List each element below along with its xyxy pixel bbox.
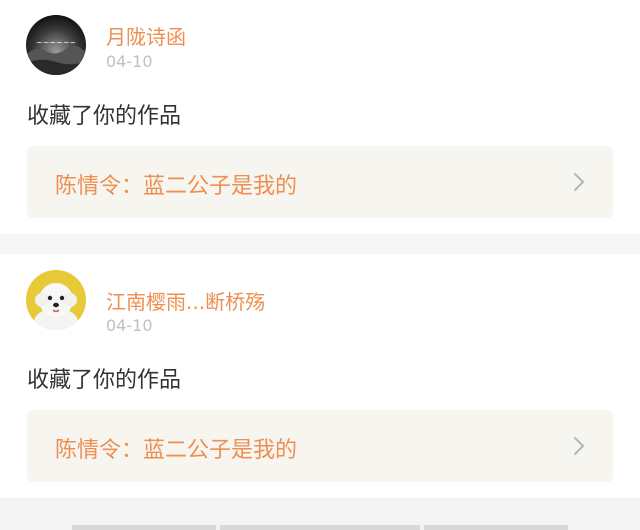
bottom-tab[interactable] [424,525,568,530]
work-title: 陈情令：蓝二公子是我的 [55,174,298,199]
work-link-card[interactable]: 陈情令：蓝二公子是我的 [27,146,613,218]
chevron-right-icon [574,437,584,455]
ink-landscape-avatar-icon: ~~~~~~ [26,15,86,75]
user-avatar[interactable]: ~~~~~~ [26,15,86,75]
bottom-tab[interactable] [220,525,420,530]
timestamp: 04-10 [106,52,153,71]
notification-item: 江南樱雨...断桥殇 04-10 收藏了你的作品 陈情令：蓝二公子是我的 [0,254,640,498]
action-text: 收藏了你的作品 [27,104,182,129]
separator [0,234,640,254]
user-avatar[interactable] [26,270,86,330]
work-title: 陈情令：蓝二公子是我的 [55,438,298,463]
username[interactable]: 江南樱雨...断桥殇 [106,286,265,315]
notification-list: ~~~~~~ 月陇诗函 04-10 收藏了你的作品 陈情令：蓝二公子是我的 江南… [0,0,640,530]
bottom-tab[interactable] [72,525,216,530]
svg-text:~~~~~~: ~~~~~~ [36,38,76,47]
work-link-card[interactable]: 陈情令：蓝二公子是我的 [27,410,613,482]
timestamp: 04-10 [106,316,153,335]
username[interactable]: 月陇诗函 [106,21,186,50]
notification-item: ~~~~~~ 月陇诗函 04-10 收藏了你的作品 陈情令：蓝二公子是我的 [0,0,640,234]
action-text: 收藏了你的作品 [27,368,182,393]
bottom-bar-partial [0,525,640,530]
chevron-right-icon [574,173,584,191]
white-dog-avatar-icon [26,270,86,330]
